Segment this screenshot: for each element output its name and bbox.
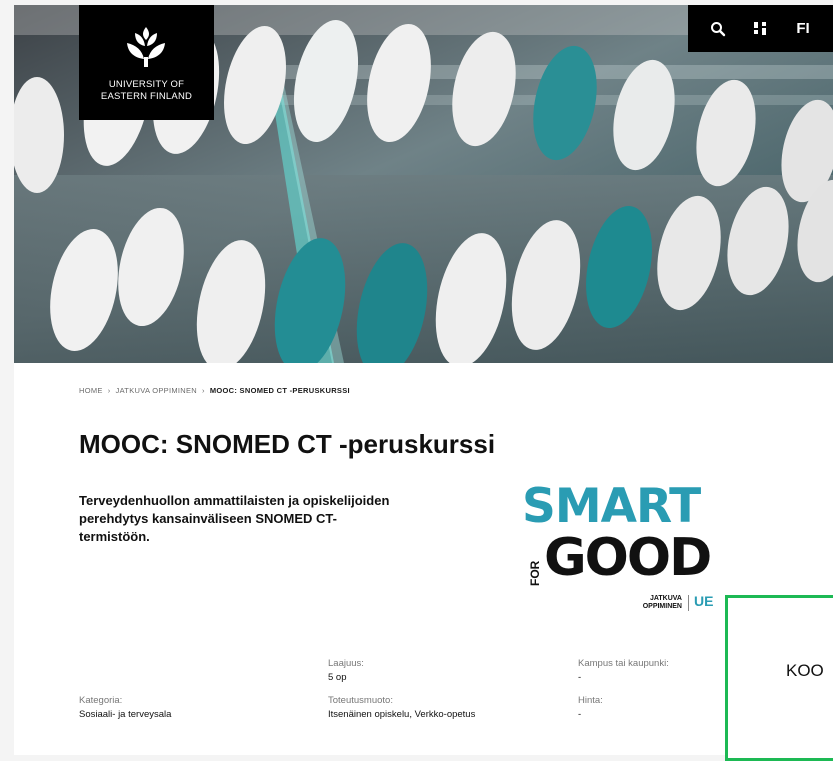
popup-text: KOO xyxy=(786,661,824,680)
logo-line-2: EASTERN FINLAND xyxy=(100,91,193,102)
smart-text: SMART xyxy=(522,479,701,534)
info-label: Kampus tai kaupunki: xyxy=(578,658,669,669)
info-value: Sosiaali- ja terveysala xyxy=(79,709,172,720)
info-label: Kategoria: xyxy=(79,695,123,706)
info-value: - xyxy=(578,672,582,683)
for-text: FOR xyxy=(528,560,542,586)
popup-panel[interactable]: KOO xyxy=(725,595,833,761)
search-icon xyxy=(711,21,726,36)
oppiminen-label: OPPIMINEN xyxy=(642,603,682,610)
info-campus: Kampus tai kaupunki: - xyxy=(578,657,669,685)
info-scope: Laajuus: 5 op xyxy=(328,657,364,685)
info-value: Itsenäinen opiskelu, Verkko-opetus xyxy=(328,709,476,720)
menu-icon xyxy=(753,21,766,35)
breadcrumb: HOME › JATKUVA OPPIMINEN › MOOC: SNOMED CT -… xyxy=(79,386,350,395)
info-category: Kategoria: Sosiaali- ja terveysala xyxy=(79,694,171,722)
search-button[interactable] xyxy=(698,5,738,52)
info-label: Toteutusmuoto: xyxy=(328,695,393,706)
good-text: GOOD xyxy=(544,528,712,588)
info-price: Hinta: - xyxy=(578,694,603,722)
breadcrumb-home[interactable]: HOME xyxy=(79,386,103,395)
for-label: FOR xyxy=(528,560,542,586)
jatkuva-label: JATKUVA xyxy=(649,595,682,602)
page-lead: Terveydenhuollon ammattilaisten ja opisk… xyxy=(79,493,390,544)
breadcrumb-separator: › xyxy=(202,386,205,395)
info-label: Laajuus: xyxy=(328,658,364,669)
info-label: Hinta: xyxy=(578,695,603,706)
badge-divider xyxy=(688,595,689,611)
breadcrumb-separator: › xyxy=(107,386,111,395)
uef-brand: UE xyxy=(694,593,714,609)
jatkuva-oppiminen-text: JATKUVA OPPIMINEN xyxy=(612,595,682,611)
breadcrumb-current: MOOC: SNOMED CT -PERUSKURSSI xyxy=(209,386,350,395)
university-logo[interactable]: UNIVERSITY OF EASTERN FINLAND xyxy=(79,5,214,120)
smart-for-good-logo: SMART FOR GOOD JATKUVA OPPIMINEN UE xyxy=(522,483,757,631)
logo-mark-icon xyxy=(127,27,165,67)
top-toolbar: FI xyxy=(688,5,833,52)
info-value: - xyxy=(578,709,582,720)
info-value: 5 op xyxy=(328,672,347,683)
page-title: MOOC: SNOMED CT -peruskurssi xyxy=(79,429,496,459)
info-format: Toteutusmuoto: Itsenäinen opiskelu, Verk… xyxy=(328,694,475,722)
menu-button[interactable] xyxy=(738,5,783,52)
breadcrumb-parent[interactable]: JATKUVA OPPIMINEN xyxy=(116,386,198,395)
logo-line-1: UNIVERSITY OF xyxy=(108,79,185,90)
page: UNIVERSITY OF EASTERN FINLAND FI HOME › JA… xyxy=(14,5,833,755)
language-switch[interactable]: FI xyxy=(782,5,824,52)
